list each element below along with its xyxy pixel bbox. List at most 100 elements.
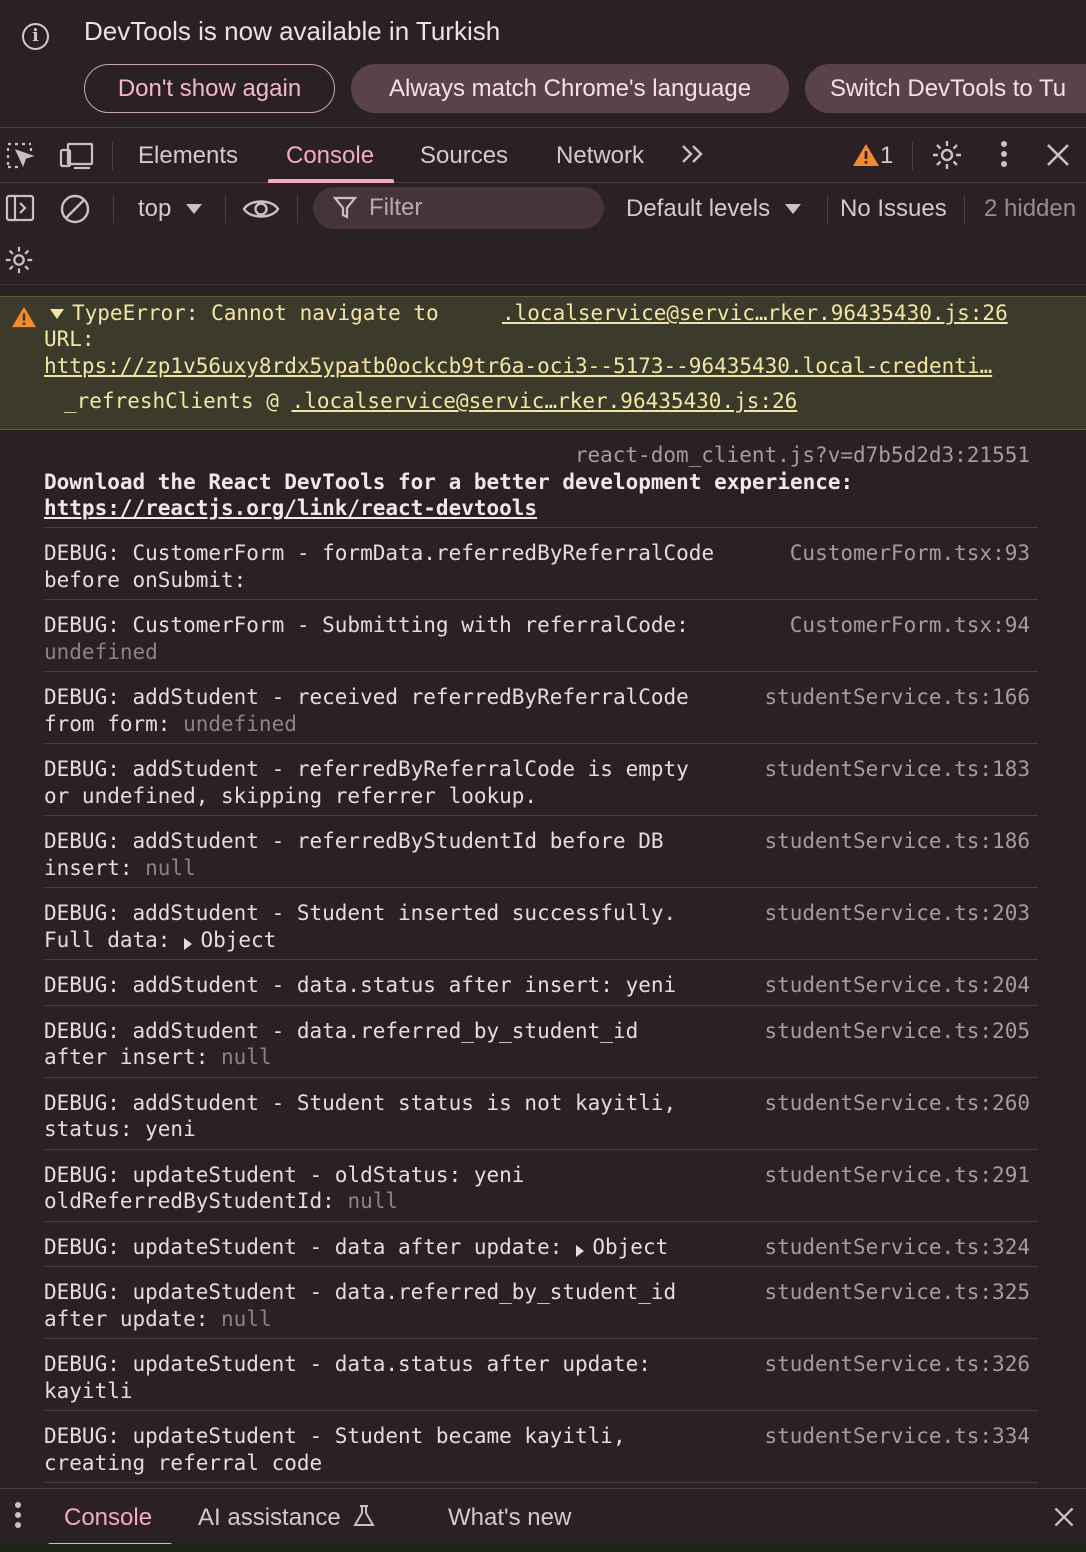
drawer-tab-ai-label: AI assistance (198, 1504, 341, 1531)
log-entry[interactable]: studentService.ts:324 DEBUG: updateStuden… (44, 1222, 1038, 1267)
filter-input[interactable] (369, 187, 589, 229)
context-selector[interactable]: top (138, 183, 203, 235)
console-messages: TypeError: Cannot navigate to .localserv… (0, 296, 1086, 1488)
log-value: undefined (183, 711, 297, 736)
warning-count[interactable]: 1 (880, 128, 893, 183)
inspect-element-icon[interactable] (4, 140, 38, 172)
object-label: Object (592, 1234, 669, 1259)
warning-icon[interactable] (852, 142, 880, 174)
tab-console[interactable]: Console (267, 128, 395, 183)
log-value: null (221, 1045, 272, 1069)
log-levels-dropdown[interactable]: Default levels (626, 183, 801, 235)
log-source-link[interactable]: studentService.ts:326 (764, 1351, 1030, 1378)
console-settings-gear-icon[interactable] (3, 244, 37, 276)
log-source-link[interactable]: studentService.ts:324 (764, 1234, 1030, 1261)
log-text: DEBUG: updateStudent - oldStatus: yeni (44, 1162, 525, 1187)
switch-devtools-language-button[interactable]: Switch DevTools to Tu (805, 64, 1086, 113)
drawer-tab-ai-assistance[interactable]: AI assistance (198, 1489, 376, 1550)
main-tab-bar: Elements Console Sources Network 1 (0, 128, 1086, 183)
log-source-link[interactable]: studentService.ts:183 (764, 756, 1030, 783)
error-message[interactable]: TypeError: Cannot navigate to .localserv… (0, 296, 1086, 430)
log-value: null (145, 855, 196, 880)
log-source-link[interactable]: studentService.ts:205 (764, 1018, 1030, 1045)
stack-frame-link[interactable]: .localservice@servic…rker.96435430.js:26 (292, 389, 798, 413)
live-expression-eye-icon[interactable] (242, 195, 280, 227)
log-entry[interactable]: studentService.ts:166 DEBUG: addStudent -… (44, 672, 1038, 744)
sidebar-toggle-icon[interactable] (5, 193, 39, 225)
error-source-link[interactable]: .localservice@servic…rker.96435430.js:26 (502, 301, 1008, 325)
infobar-message: DevTools is now available in Turkish (84, 16, 501, 46)
dont-show-again-button[interactable]: Don't show again (84, 64, 335, 113)
log-entry[interactable]: studentService.ts:260 DEBUG: addStudent -… (44, 1078, 1038, 1150)
tab-network[interactable]: Network (556, 128, 644, 183)
log-entry[interactable]: CustomerForm.tsx:93 DEBUG: CustomerForm -… (44, 528, 1038, 600)
error-url-link[interactable]: https://zp1v56uxy8rdx5ypatb0ockcb9tr6a-o… (44, 354, 1039, 378)
log-text: DEBUG: updateStudent - data.referred_by_… (44, 1280, 677, 1304)
log-source-link[interactable]: CustomerForm.tsx:93 (790, 540, 1030, 567)
log-source-link[interactable]: studentService.ts:325 (764, 1279, 1030, 1306)
log-source-link[interactable]: studentService.ts:291 (764, 1162, 1030, 1189)
expandable-object[interactable]: Object (562, 1235, 668, 1259)
log-entry[interactable]: studentService.ts:204 DEBUG: addStudent -… (44, 960, 1038, 1006)
close-drawer-icon[interactable] (1052, 1505, 1076, 1537)
log-source-link[interactable]: studentService.ts:166 (764, 684, 1030, 711)
log-text: status: yeni (44, 1117, 196, 1141)
drawer-tab-console[interactable]: Console (47, 1489, 173, 1547)
log-entry[interactable]: studentService.ts:291 DEBUG: updateStuden… (44, 1150, 1038, 1222)
log-entry[interactable]: studentService.ts:334 DEBUG: updateStuden… (44, 1411, 1038, 1483)
log-entry[interactable]: CustomerForm.tsx:94 DEBUG: CustomerForm -… (44, 600, 1038, 672)
log-list: CustomerForm.tsx:93 DEBUG: CustomerForm -… (0, 528, 1086, 1488)
drawer-tab-bar: Console AI assistance What's new (0, 1488, 1086, 1547)
drawer-menu-icon[interactable] (6, 1501, 30, 1533)
console-filter-bar: top Default levels No Issues 2 hidden (0, 183, 1086, 237)
dropdown-arrow-icon (186, 204, 203, 214)
expand-triangle-icon[interactable] (184, 937, 193, 950)
log-text: DEBUG: addStudent - data.status after in… (44, 973, 677, 997)
close-icon[interactable] (1044, 141, 1072, 173)
hidden-messages-count: 2 hidden (984, 195, 1077, 222)
log-text: DEBUG: updateStudent - data.status after… (44, 1352, 651, 1376)
tab-sources[interactable]: Sources (420, 128, 508, 183)
log-entry[interactable]: studentService.ts:326 DEBUG: updateStuden… (44, 1339, 1038, 1411)
log-text: DEBUG: CustomerForm - formData.referredB… (44, 541, 715, 565)
always-match-language-button[interactable]: Always match Chrome's language (351, 64, 789, 113)
more-options-icon[interactable] (992, 140, 1016, 172)
log-entry[interactable]: studentService.ts:186 DEBUG: addStudent -… (44, 816, 1038, 888)
log-source-link[interactable]: studentService.ts:186 (764, 828, 1030, 855)
expandable-object[interactable]: Object (170, 928, 276, 952)
react-devtools-link[interactable]: https://reactjs.org/link/react-devtools (44, 496, 537, 520)
issues-counter[interactable]: No Issues (840, 183, 947, 235)
log-source-link[interactable]: studentService.ts:334 (764, 1423, 1030, 1450)
log-source-link[interactable]: CustomerForm.tsx:94 (790, 612, 1030, 639)
more-tabs-chevron-icon[interactable] (680, 142, 714, 174)
filter-field[interactable] (313, 187, 604, 229)
log-entry[interactable]: studentService.ts:203 DEBUG: addStudent -… (44, 888, 1038, 960)
log-source-link[interactable]: react-dom_client.js?v=d7b5d2d3:21551 (575, 442, 1030, 469)
log-entry[interactable]: studentService.ts:205 DEBUG: addStudent -… (0, 1005, 1086, 1078)
log-source-link[interactable]: studentService.ts:260 (764, 1090, 1030, 1117)
device-toolbar-icon[interactable] (58, 140, 94, 172)
log-entry[interactable]: studentService.ts:183 DEBUG: addStudent -… (44, 744, 1038, 816)
drawer-tab-whats-new[interactable]: What's new (448, 1489, 571, 1547)
log-text: Full data: (44, 927, 171, 952)
log-source-link[interactable]: studentService.ts:204 (764, 972, 1030, 999)
log-value: null (221, 1306, 272, 1331)
object-label: Object (200, 927, 277, 952)
log-value: null (347, 1189, 399, 1213)
clear-console-icon[interactable] (59, 193, 93, 225)
settings-gear-icon[interactable] (930, 138, 964, 170)
log-text: or undefined, skipping referrer lookup. (44, 783, 538, 808)
warning-icon (11, 305, 37, 334)
filter-funnel-icon (332, 195, 358, 226)
log-text: DEBUG: updateStudent - Student became ka… (44, 1424, 626, 1448)
log-source-link[interactable]: studentService.ts:203 (764, 900, 1030, 927)
log-text: before onSubmit: (44, 567, 247, 592)
expand-triangle-icon[interactable] (50, 309, 64, 319)
react-devtools-notice: react-dom_client.js?v=d7b5d2d3:21551 Dow… (44, 430, 1038, 528)
log-text: DEBUG: addStudent - Student status is no… (44, 1090, 677, 1115)
log-entry[interactable]: studentService.ts:325 DEBUG: updateStuden… (44, 1267, 1038, 1339)
log-text: DEBUG: addStudent - received referredByR… (44, 685, 689, 709)
log-text: insert: (44, 855, 146, 880)
tab-elements[interactable]: Elements (138, 128, 238, 183)
expand-triangle-icon[interactable] (576, 1244, 585, 1257)
